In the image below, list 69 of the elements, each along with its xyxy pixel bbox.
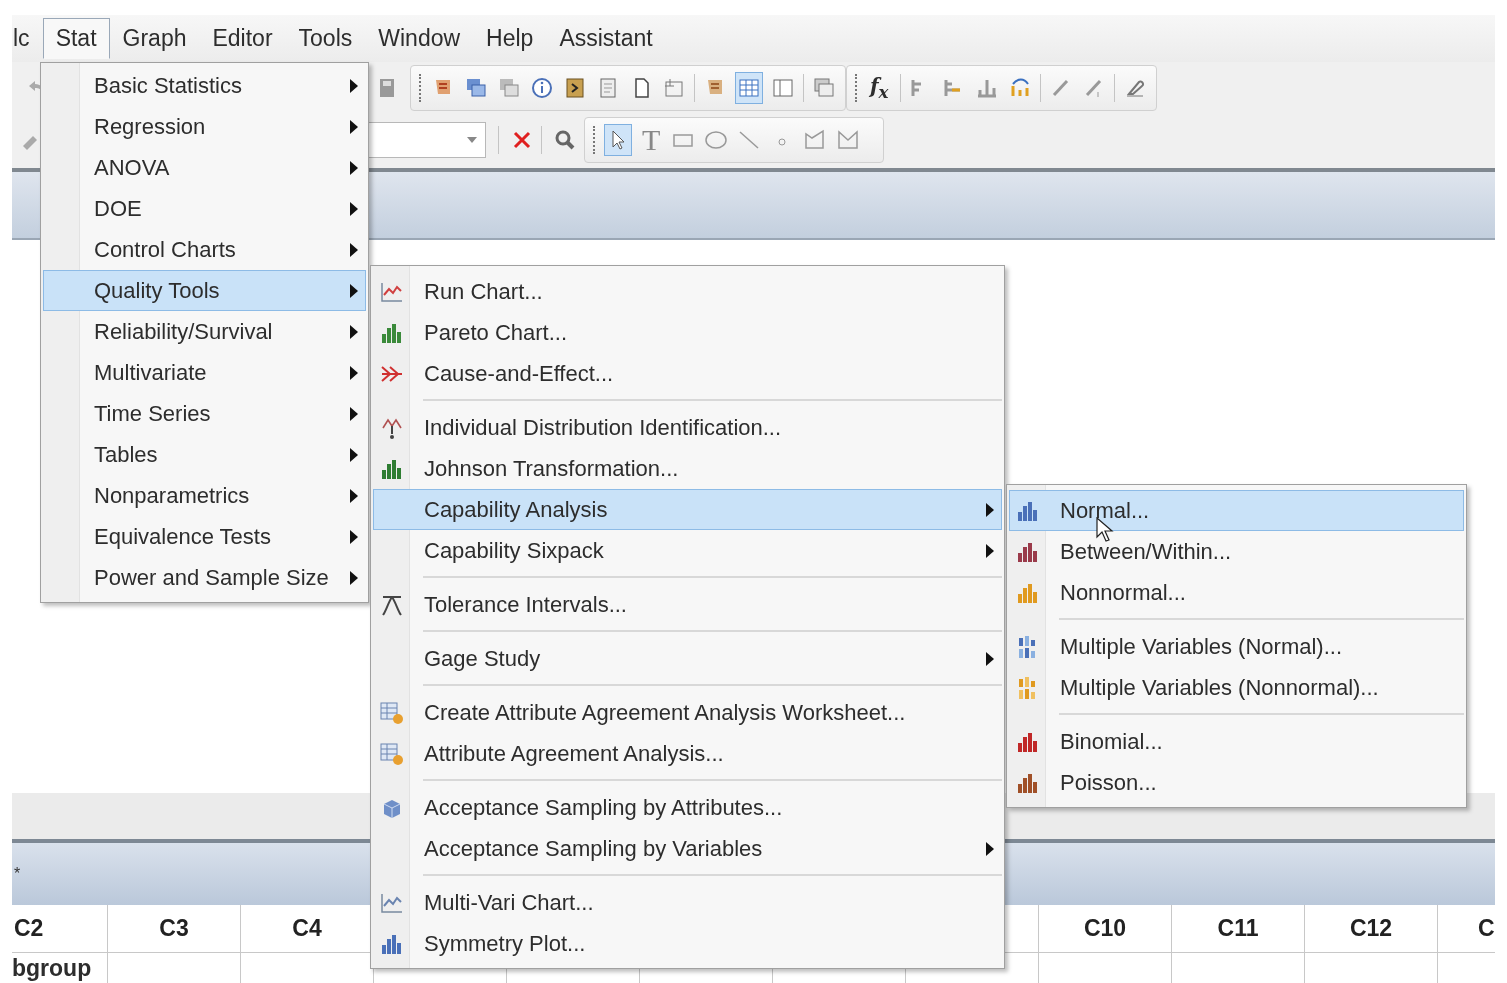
menu-item[interactable]: Cause-and-Effect...: [373, 353, 1002, 394]
menu-item[interactable]: Reliability/Survival: [43, 311, 366, 352]
caret-icon: [465, 135, 479, 145]
column-header[interactable]: C2: [12, 905, 108, 953]
menu-item[interactable]: Nonnormal...: [1009, 572, 1464, 613]
menu-item[interactable]: Multi-Vari Chart...: [373, 882, 1002, 923]
menu-bar-item[interactable]: Help: [473, 18, 547, 59]
menu-item[interactable]: Between/Within...: [1009, 531, 1464, 572]
line-chart-icon: [380, 891, 404, 914]
worksheet-icon: [379, 741, 405, 766]
menu-item[interactable]: ANOVA: [43, 147, 366, 188]
pointer-icon[interactable]: [604, 124, 632, 156]
column-header[interactable]: C10: [1039, 905, 1172, 953]
column-header[interactable]: C3: [108, 905, 241, 953]
menu-item[interactable]: Binomial...: [1009, 721, 1464, 762]
menu-item[interactable]: Run Chart...: [373, 271, 1002, 312]
menu-item[interactable]: Pareto Chart...: [373, 312, 1002, 353]
menu-item[interactable]: DOE: [43, 188, 366, 229]
menu-bar-item[interactable]: Window: [365, 18, 474, 59]
menu-bar-item[interactable]: Editor: [199, 18, 286, 59]
menu-item[interactable]: Quality Tools: [43, 270, 366, 311]
menu-item[interactable]: Time Series: [43, 393, 366, 434]
formula-button[interactable]: f$_{x}$: [866, 74, 893, 102]
bar-chart-icon: [380, 932, 404, 955]
column-header[interactable]: C11: [1172, 905, 1305, 953]
dropdown-field[interactable]: [368, 122, 486, 158]
line-chart-icon: [380, 280, 404, 303]
menu-bar-item[interactable]: Tools: [285, 18, 366, 59]
bar-chart-icon: [1016, 581, 1040, 604]
menu-bar-item[interactable]: lc: [12, 18, 43, 59]
menu-item[interactable]: Create Attribute Agreement Analysis Worksheet...: [373, 692, 1002, 733]
worksheet-icon: [379, 700, 405, 725]
menu-item[interactable]: Control Charts: [43, 229, 366, 270]
menu-item[interactable]: Acceptance Sampling by Variables: [373, 828, 1002, 869]
menu-item[interactable]: Nonparametrics: [43, 475, 366, 516]
menu-item[interactable]: Capability Sixpack: [373, 530, 1002, 571]
bar-chart-icon: [1016, 499, 1040, 522]
menu-item[interactable]: Tables: [43, 434, 366, 475]
column-header[interactable]: C: [1438, 905, 1495, 953]
table-cell: bgroup: [12, 953, 108, 983]
menu-item[interactable]: Basic Statistics: [43, 65, 366, 106]
worksheet-title: *: [14, 865, 21, 883]
menu-bar-item[interactable]: Graph: [109, 18, 200, 59]
menu-item[interactable]: Gage Study: [373, 638, 1002, 679]
menu-item[interactable]: Individual Distribution Identification...: [373, 407, 1002, 448]
bar-chart-icon: [1016, 730, 1040, 753]
menu-bar-item[interactable]: Stat: [42, 18, 110, 59]
menu-item[interactable]: Capability Analysis: [373, 489, 1002, 530]
menu-item[interactable]: Equivalence Tests: [43, 516, 366, 557]
table-icon[interactable]: [735, 72, 763, 104]
menu-bar-item[interactable]: Assistant: [546, 18, 666, 59]
menu-item[interactable]: Symmetry Plot...: [373, 923, 1002, 964]
menu-item[interactable]: Regression: [43, 106, 366, 147]
cursor-icon: [1096, 517, 1114, 543]
menu-item[interactable]: Multivariate: [43, 352, 366, 393]
bar-chart-icon: [1016, 540, 1040, 563]
menu-item[interactable]: Poisson...: [1009, 762, 1464, 803]
menu-item[interactable]: Multiple Variables (Normal)...: [1009, 626, 1464, 667]
menu-item[interactable]: Normal...: [1009, 490, 1464, 531]
bar-chart-icon: [380, 321, 404, 344]
bar-chart-icon: [380, 457, 404, 480]
menu-item[interactable]: Multiple Variables (Nonnormal)...: [1009, 667, 1464, 708]
menu-item[interactable]: Acceptance Sampling by Attributes...: [373, 787, 1002, 828]
column-header[interactable]: C12: [1305, 905, 1438, 953]
menu-item[interactable]: Johnson Transformation...: [373, 448, 1002, 489]
menu-item[interactable]: Tolerance Intervals...: [373, 584, 1002, 625]
menu-item[interactable]: Attribute Agreement Analysis...: [373, 733, 1002, 774]
menu-item[interactable]: Power and Sample Size: [43, 557, 366, 598]
bar-chart-icon: [1016, 771, 1040, 794]
